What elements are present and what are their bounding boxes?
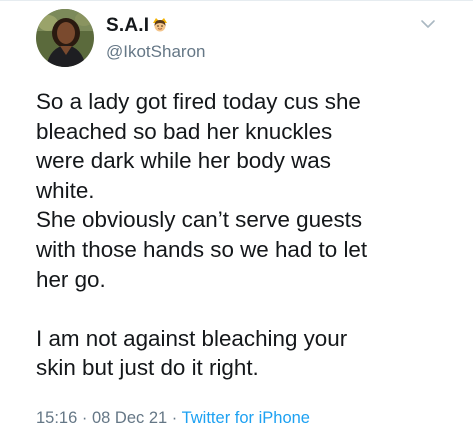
tweet-line: So a lady got fired today cus she [36, 89, 361, 114]
tweet-line: with those hands so we had to let [36, 236, 368, 262]
tweet-date[interactable]: 08 Dec 21 [92, 409, 167, 427]
tweet-line: bleached so bad her knuckles [36, 118, 333, 144]
tweet-source-link[interactable]: Twitter for iPhone [182, 409, 310, 427]
avatar[interactable] [36, 9, 94, 67]
tweet-line: her go. [36, 266, 106, 292]
tweet-line: were dark while her body was [36, 148, 331, 174]
tweet-line: skin but just do it right. [36, 355, 259, 381]
queen-emoji-icon [151, 15, 169, 39]
tweet-meta: 15:16 · 08 Dec 21 · Twitter for iPhone [36, 409, 310, 428]
meta-separator: · [171, 409, 178, 427]
tweet-card: S.A.I @IkotSharon So a lady got fired to… [0, 0, 473, 446]
avatar-image [36, 9, 94, 67]
tweet-text: So a lady got fired today cus she bleach… [36, 87, 456, 383]
display-name[interactable]: S.A.I [106, 15, 169, 39]
tweet-line: She obviously can’t serve guests [36, 207, 363, 233]
tweet-time[interactable]: 15:16 [36, 409, 77, 427]
tweet-line: I am not against bleaching your [36, 325, 348, 351]
chevron-down-icon[interactable] [420, 17, 436, 29]
meta-separator: · [81, 409, 88, 427]
display-name-text: S.A.I [106, 15, 150, 36]
tweet-line: white. [36, 177, 95, 203]
user-handle[interactable]: @IkotSharon [106, 42, 205, 62]
